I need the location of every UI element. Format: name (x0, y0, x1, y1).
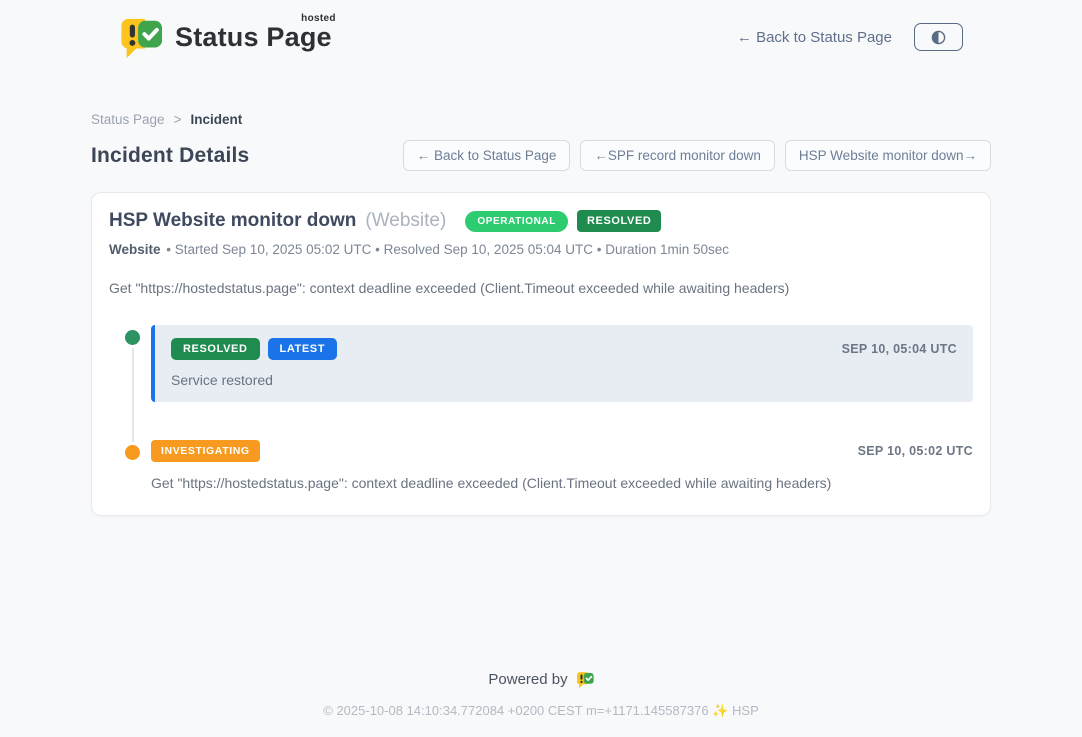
status-page-logo-icon (119, 14, 163, 60)
breadcrumb: Status Page > Incident (91, 112, 991, 127)
timeline-item-resolved: RESOLVED LATEST SEP 10, 05:04 UTC Servic… (109, 325, 973, 402)
title-row: Incident Details ← Back to Status Page ←… (91, 140, 991, 171)
timeline-dot-orange (125, 445, 140, 460)
incident-timeline: RESOLVED LATEST SEP 10, 05:04 UTC Servic… (109, 325, 973, 491)
brand-superscript: hosted (301, 13, 336, 24)
incident-meta: Website • Started Sep 10, 2025 05:02 UTC… (109, 242, 973, 257)
next-incident-button[interactable]: HSP Website monitor down→ (785, 140, 991, 171)
incident-meta-component: Website (109, 242, 161, 257)
half-moon-contrast-icon (930, 29, 947, 46)
brand-name: Status Page hosted (175, 22, 332, 53)
timeline-dot-green (125, 330, 140, 345)
header-right: ← Back to Status Page (737, 23, 963, 51)
incident-title: HSP Website monitor down (109, 210, 356, 232)
incident-card: HSP Website monitor down (Website) OPERA… (91, 192, 991, 516)
timeline-timestamp: SEP 10, 05:02 UTC (858, 444, 973, 458)
status-page-logo-icon-small (576, 670, 594, 689)
incident-description: Get "https://hostedstatus.page": context… (109, 280, 973, 296)
footer: Powered by © 2025-10-08 14:10:34.772084 … (0, 670, 1082, 737)
timeline-message: Service restored (171, 372, 957, 388)
prev-incident-button[interactable]: ←SPF record monitor down (580, 140, 775, 171)
incident-component: (Website) (365, 210, 446, 232)
timeline-resolved-badge: RESOLVED (171, 338, 260, 360)
incident-nav-buttons: ← Back to Status Page ←SPF record monito… (403, 140, 991, 171)
operational-status-badge: OPERATIONAL (465, 211, 568, 232)
header: Status Page hosted ← Back to Status Page (91, 0, 991, 60)
timeline-latest-panel: RESOLVED LATEST SEP 10, 05:04 UTC Servic… (151, 325, 973, 402)
incident-title-row: HSP Website monitor down (Website) OPERA… (109, 210, 973, 232)
breadcrumb-incident: Incident (190, 112, 242, 127)
timeline-marker (109, 325, 151, 402)
back-to-status-page-button[interactable]: ← Back to Status Page (403, 140, 571, 171)
timeline-message: Get "https://hostedstatus.page": context… (151, 475, 973, 491)
brand-logo-link[interactable]: Status Page hosted (119, 14, 332, 60)
header-back-link[interactable]: ← Back to Status Page (737, 29, 892, 46)
theme-toggle-button[interactable] (914, 23, 963, 51)
copyright-text: © 2025-10-08 14:10:34.772084 +0200 CEST … (0, 703, 1082, 719)
timeline-latest-badge: LATEST (268, 338, 338, 360)
breadcrumb-status-page[interactable]: Status Page (91, 112, 165, 127)
resolved-status-badge: RESOLVED (577, 210, 662, 232)
timeline-item-investigating: INVESTIGATING SEP 10, 05:02 UTC Get "htt… (109, 440, 973, 491)
page-title: Incident Details (91, 144, 249, 168)
timeline-marker (109, 440, 151, 491)
timeline-timestamp: SEP 10, 05:04 UTC (842, 342, 957, 356)
timeline-investigating-badge: INVESTIGATING (151, 440, 260, 462)
powered-by-link[interactable]: Powered by (488, 670, 593, 689)
powered-by-label: Powered by (488, 671, 567, 688)
breadcrumb-separator: > (174, 112, 182, 127)
incident-meta-details: • Started Sep 10, 2025 05:02 UTC • Resol… (166, 242, 729, 257)
